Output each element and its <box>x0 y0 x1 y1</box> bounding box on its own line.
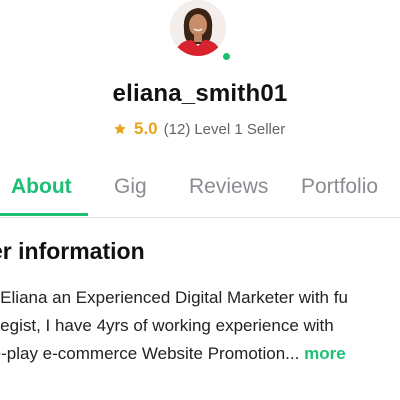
tab-reviews[interactable]: Reviews <box>189 175 268 199</box>
bio-line-text: re-play e-commerce Website Promotion... <box>0 344 300 363</box>
seller-level: Level 1 Seller <box>194 120 286 138</box>
username: eliana_smith01 <box>112 80 288 107</box>
rating-row[interactable]: 5.0 (12) Level 1 Seller <box>113 119 285 139</box>
tab-about[interactable]: About <box>11 175 72 199</box>
section-heading: er information <box>0 238 145 264</box>
bio-text: n Eliana an Experienced Digital Marketer… <box>0 284 400 368</box>
tabs-divider <box>0 217 400 218</box>
avatar-image <box>170 0 226 56</box>
bio-line: re-play e-commerce Website Promotion... … <box>0 340 400 368</box>
tab-portfolio[interactable]: Portfolio <box>301 175 378 199</box>
rating-value: 5.0 <box>134 119 158 138</box>
bio-line: n Eliana an Experienced Digital Marketer… <box>0 288 348 307</box>
review-count: (12) <box>163 120 191 138</box>
tab-gig[interactable]: Gig <box>114 175 147 199</box>
active-tab-indicator <box>0 213 88 216</box>
star-icon <box>114 123 126 135</box>
more-link[interactable]: more <box>304 344 346 363</box>
profile-tabs: About Gig Reviews Portfolio <box>0 170 400 217</box>
avatar-container[interactable] <box>170 0 232 62</box>
bio-line: ategist, I have 4yrs of working experien… <box>0 316 334 335</box>
online-status-dot <box>221 51 232 62</box>
avatar[interactable] <box>170 0 226 56</box>
